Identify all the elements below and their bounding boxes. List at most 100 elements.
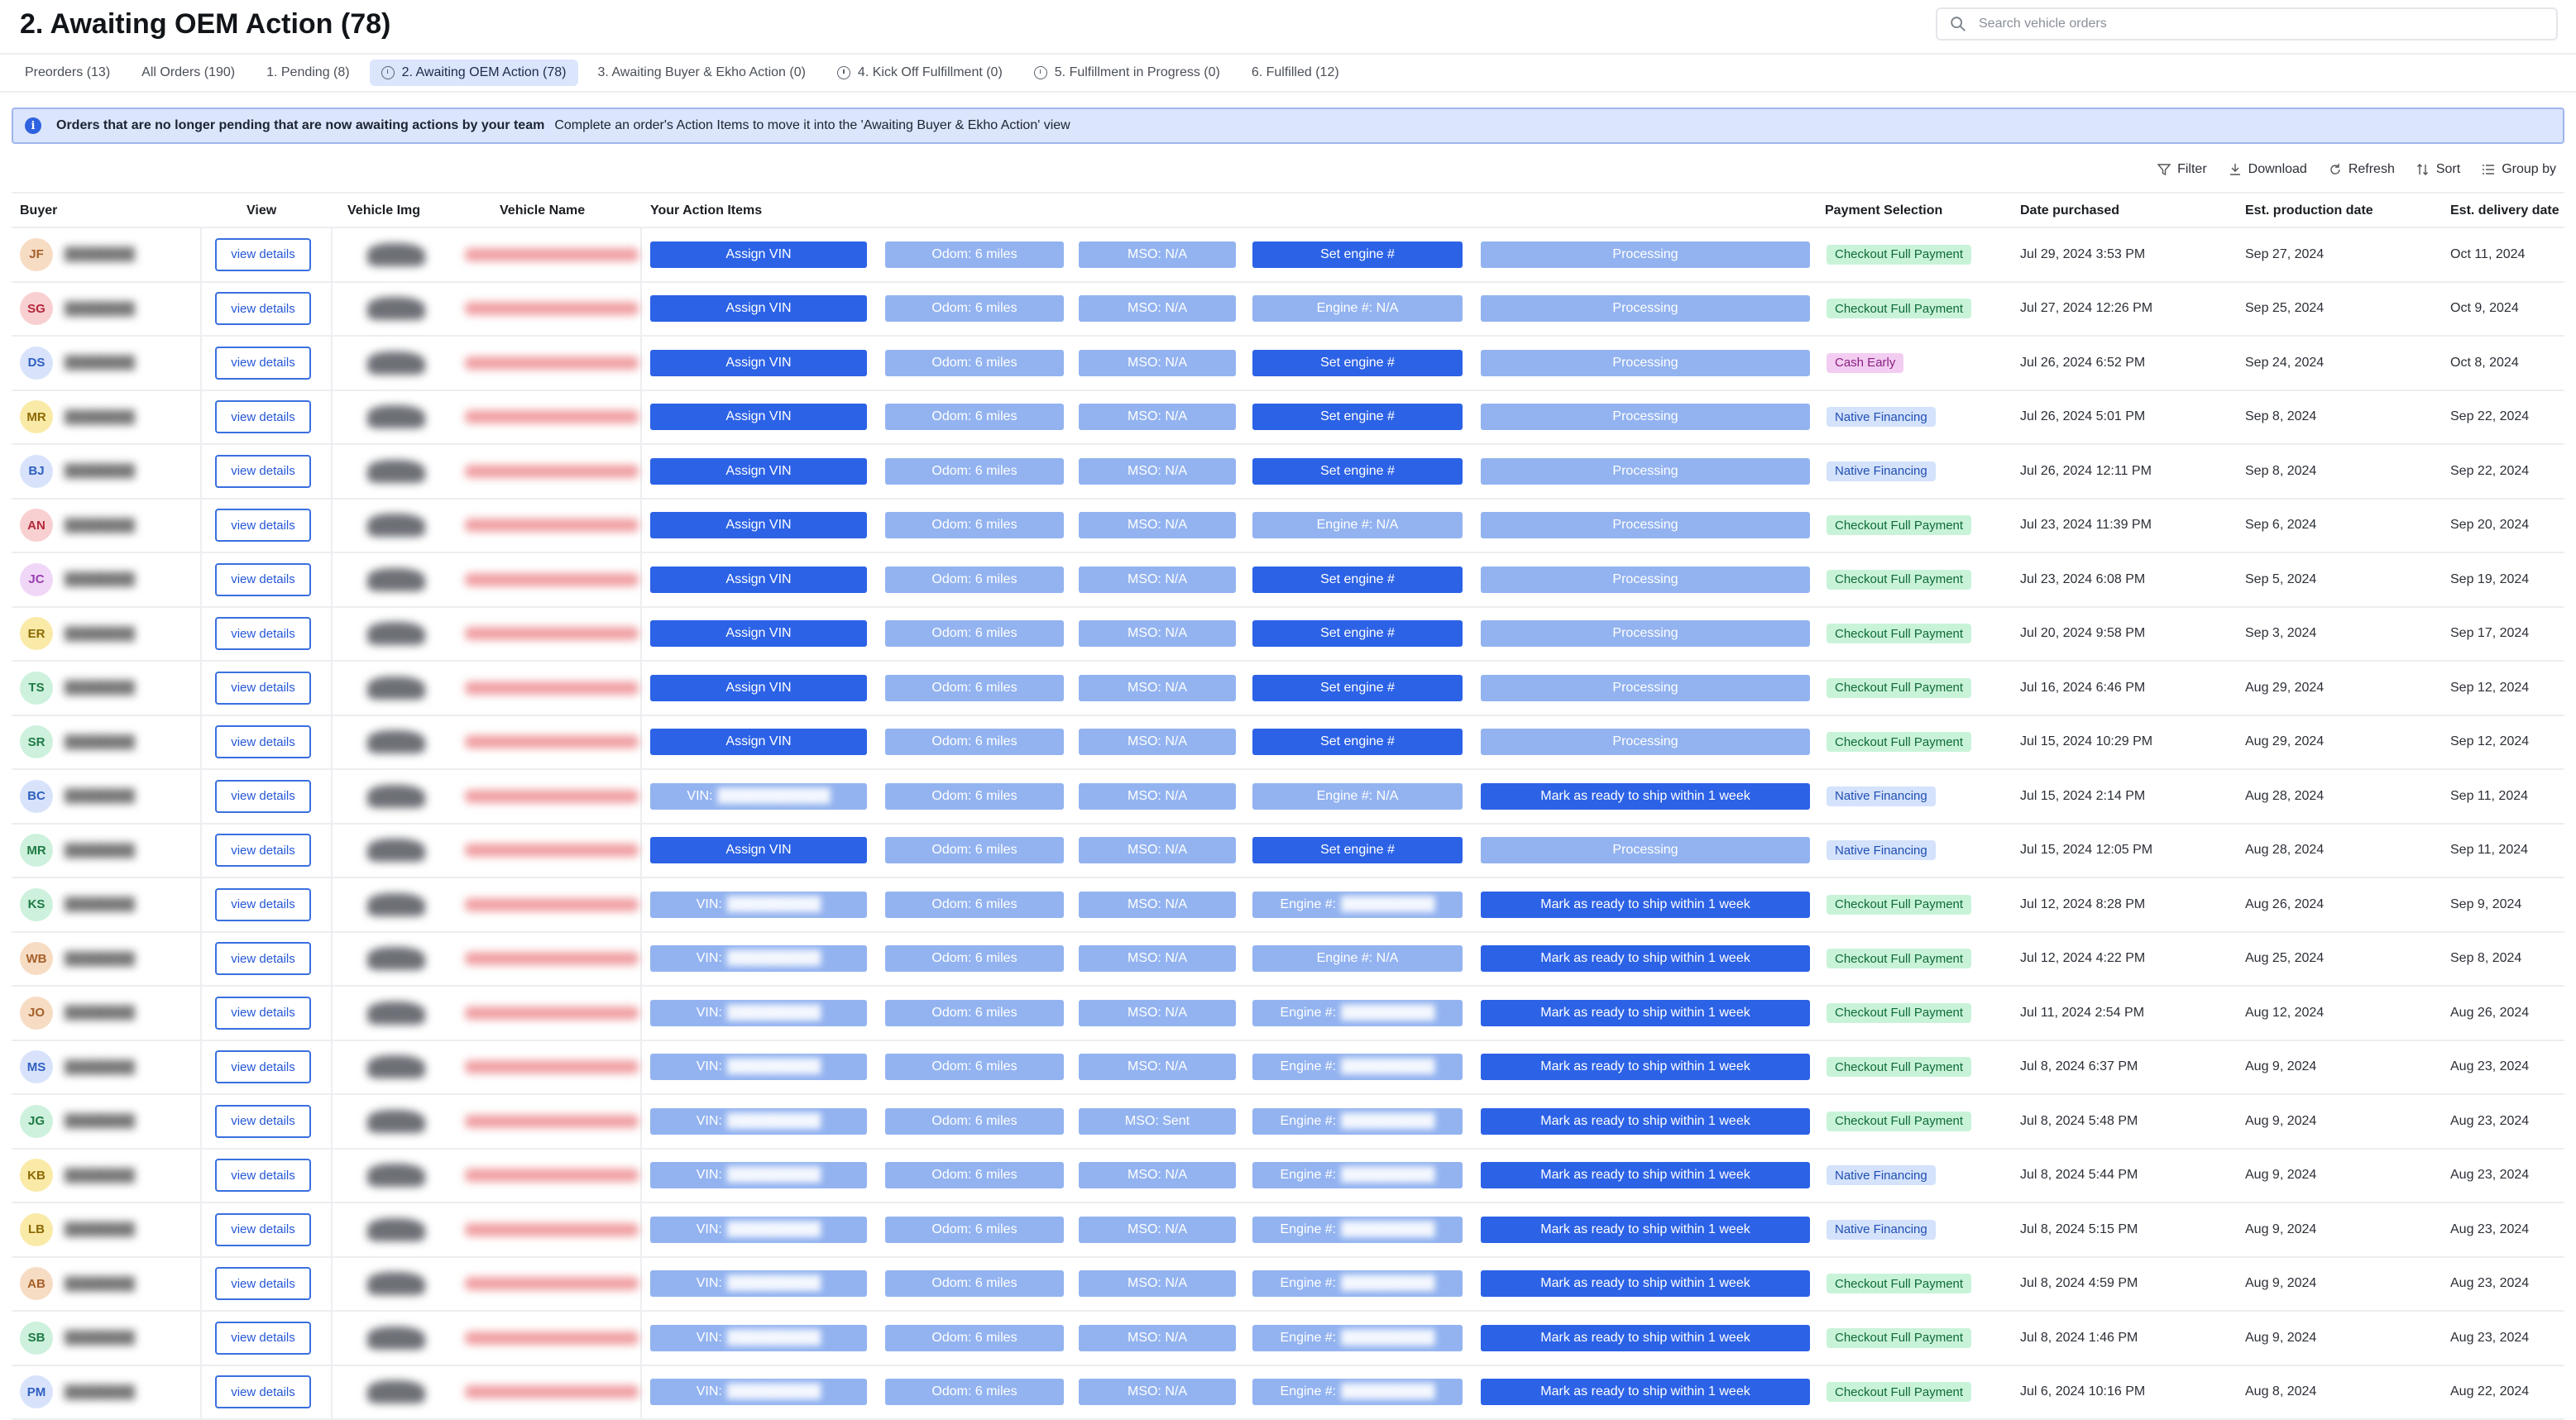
mark-ready-button[interactable]: Mark as ready to ship within 1 week (1481, 1108, 1810, 1135)
table-row[interactable]: JG████████view detailsVIN:██████████Odom… (12, 1095, 2564, 1150)
mark-ready-button[interactable]: Mark as ready to ship within 1 week (1481, 1270, 1810, 1297)
tab-2[interactable]: 1. Pending (8) (255, 60, 362, 86)
assign-vin-button[interactable]: Assign VIN (650, 567, 867, 593)
assign-vin-button[interactable]: Assign VIN (650, 729, 867, 755)
view-details-button[interactable]: view details (215, 292, 311, 325)
assign-vin-button[interactable]: Assign VIN (650, 837, 867, 863)
mark-ready-button[interactable]: Mark as ready to ship within 1 week (1481, 945, 1810, 972)
view-details-button[interactable]: view details (215, 888, 311, 921)
view-details-button[interactable]: view details (215, 1213, 311, 1246)
table-row[interactable]: WB████████view detailsVIN:██████████Odom… (12, 933, 2564, 987)
mark-ready-button[interactable]: Mark as ready to ship within 1 week (1481, 783, 1810, 810)
assign-vin-button[interactable]: Assign VIN (650, 241, 867, 268)
sort-button[interactable]: Sort (2416, 162, 2460, 177)
view-details-button[interactable]: view details (215, 563, 311, 596)
set-engine-button[interactable]: Set engine # (1252, 350, 1463, 376)
tab-6[interactable]: 5. Fulfillment in Progress (0) (1022, 60, 1232, 86)
refresh-button[interactable]: Refresh (2329, 162, 2395, 177)
view-details-button[interactable]: view details (215, 617, 311, 650)
tab-1[interactable]: All Orders (190) (130, 60, 247, 86)
view-details-button[interactable]: view details (215, 455, 311, 488)
tab-7[interactable]: 6. Fulfilled (12) (1240, 60, 1351, 86)
table-row[interactable]: MS████████view detailsVIN:██████████Odom… (12, 1041, 2564, 1096)
view-details-button[interactable]: view details (215, 509, 311, 542)
filter-button[interactable]: Filter (2157, 162, 2207, 177)
set-engine-button[interactable]: Set engine # (1252, 241, 1463, 268)
set-engine-button[interactable]: Set engine # (1252, 729, 1463, 755)
set-engine-button[interactable]: Set engine # (1252, 675, 1463, 701)
view-details-button[interactable]: view details (215, 238, 311, 271)
view-details-button[interactable]: view details (215, 1267, 311, 1300)
view-details-button[interactable]: view details (215, 1050, 311, 1083)
view-details-button[interactable]: view details (215, 672, 311, 705)
tab-0[interactable]: Preorders (13) (13, 60, 122, 86)
mark-ready-button[interactable]: Mark as ready to ship within 1 week (1481, 1054, 1810, 1080)
view-details-button[interactable]: view details (215, 1375, 311, 1408)
tab-3[interactable]: 2. Awaiting OEM Action (78) (370, 60, 578, 86)
set-engine-button[interactable]: Set engine # (1252, 567, 1463, 593)
col-date-purchased[interactable]: Date purchased (2020, 203, 2119, 218)
table-row[interactable]: JC████████view detailsAssign VINOdom: 6 … (12, 553, 2564, 608)
view-details-button[interactable]: view details (215, 1105, 311, 1138)
table-row[interactable]: JO████████view detailsVIN:██████████Odom… (12, 987, 2564, 1041)
buyer-name-redacted: ████████ (65, 356, 135, 370)
assign-vin-button[interactable]: Assign VIN (650, 620, 867, 647)
search-box[interactable] (1936, 7, 2558, 41)
view-details-button[interactable]: view details (215, 1159, 311, 1192)
set-engine-button[interactable]: Set engine # (1252, 837, 1463, 863)
assign-vin-button[interactable]: Assign VIN (650, 675, 867, 701)
col-production-date[interactable]: Est. production date (2245, 203, 2373, 218)
download-button[interactable]: Download (2229, 162, 2307, 177)
mark-ready-button[interactable]: Mark as ready to ship within 1 week (1481, 1000, 1810, 1026)
table-row[interactable]: MR████████view detailsAssign VINOdom: 6 … (12, 391, 2564, 446)
mark-ready-button[interactable]: Mark as ready to ship within 1 week (1481, 1162, 1810, 1188)
table-row[interactable]: BJ████████view detailsAssign VINOdom: 6 … (12, 445, 2564, 500)
set-engine-button[interactable]: Set engine # (1252, 620, 1463, 647)
col-vehicle-img[interactable]: Vehicle Img (347, 203, 420, 218)
col-delivery-date[interactable]: Est. delivery date (2450, 203, 2559, 218)
table-row[interactable]: KB████████view detailsVIN:██████████Odom… (12, 1150, 2564, 1204)
view-details-button[interactable]: view details (215, 942, 311, 975)
view-details-button[interactable]: view details (215, 834, 311, 867)
set-engine-button[interactable]: Set engine # (1252, 404, 1463, 430)
col-view[interactable]: View (247, 203, 276, 218)
assign-vin-button[interactable]: Assign VIN (650, 350, 867, 376)
group-by-button[interactable]: Group by (2482, 162, 2556, 177)
set-engine-button[interactable]: Set engine # (1252, 458, 1463, 485)
table-row[interactable]: ER████████view detailsAssign VINOdom: 6 … (12, 608, 2564, 662)
table-row[interactable]: PM████████view detailsVIN:██████████Odom… (12, 1366, 2564, 1420)
table-row[interactable]: SB████████view detailsVIN:██████████Odom… (12, 1312, 2564, 1366)
table-row[interactable]: BC████████view detailsVIN:████████████Od… (12, 770, 2564, 825)
view-details-button[interactable]: view details (215, 997, 311, 1030)
view-details-button[interactable]: view details (215, 347, 311, 380)
table-row[interactable]: LB████████view detailsVIN:██████████Odom… (12, 1203, 2564, 1258)
col-action-items[interactable]: Your Action Items (650, 203, 762, 218)
view-details-button[interactable]: view details (215, 780, 311, 813)
table-row[interactable]: SG████████view detailsAssign VINOdom: 6 … (12, 283, 2564, 337)
table-row[interactable]: TS████████view detailsAssign VINOdom: 6 … (12, 662, 2564, 716)
view-details-button[interactable]: view details (215, 1322, 311, 1355)
mark-ready-button[interactable]: Mark as ready to ship within 1 week (1481, 892, 1810, 918)
table-row[interactable]: KS████████view detailsVIN:██████████Odom… (12, 878, 2564, 933)
assign-vin-button[interactable]: Assign VIN (650, 404, 867, 430)
assign-vin-button[interactable]: Assign VIN (650, 512, 867, 538)
table-row[interactable]: SR████████view detailsAssign VINOdom: 6 … (12, 716, 2564, 771)
view-details-button[interactable]: view details (215, 725, 311, 758)
tab-4[interactable]: 3. Awaiting Buyer & Ekho Action (0) (587, 60, 817, 86)
mark-ready-button[interactable]: Mark as ready to ship within 1 week (1481, 1379, 1810, 1405)
assign-vin-button[interactable]: Assign VIN (650, 295, 867, 322)
search-input[interactable] (1979, 17, 2541, 31)
table-row[interactable]: JF████████view detailsAssign VINOdom: 6 … (12, 228, 2564, 283)
col-vehicle-name[interactable]: Vehicle Name (500, 203, 585, 218)
mark-ready-button[interactable]: Mark as ready to ship within 1 week (1481, 1217, 1810, 1243)
table-row[interactable]: MR████████view detailsAssign VINOdom: 6 … (12, 825, 2564, 879)
col-payment[interactable]: Payment Selection (1825, 203, 1942, 218)
view-details-button[interactable]: view details (215, 400, 311, 433)
tab-5[interactable]: 4. Kick Off Fulfillment (0) (826, 60, 1014, 86)
table-row[interactable]: AN████████view detailsAssign VINOdom: 6 … (12, 500, 2564, 554)
table-row[interactable]: DS████████view detailsAssign VINOdom: 6 … (12, 337, 2564, 391)
assign-vin-button[interactable]: Assign VIN (650, 458, 867, 485)
col-buyer[interactable]: Buyer (20, 203, 57, 218)
table-row[interactable]: AB████████view detailsVIN:██████████Odom… (12, 1258, 2564, 1312)
mark-ready-button[interactable]: Mark as ready to ship within 1 week (1481, 1325, 1810, 1351)
